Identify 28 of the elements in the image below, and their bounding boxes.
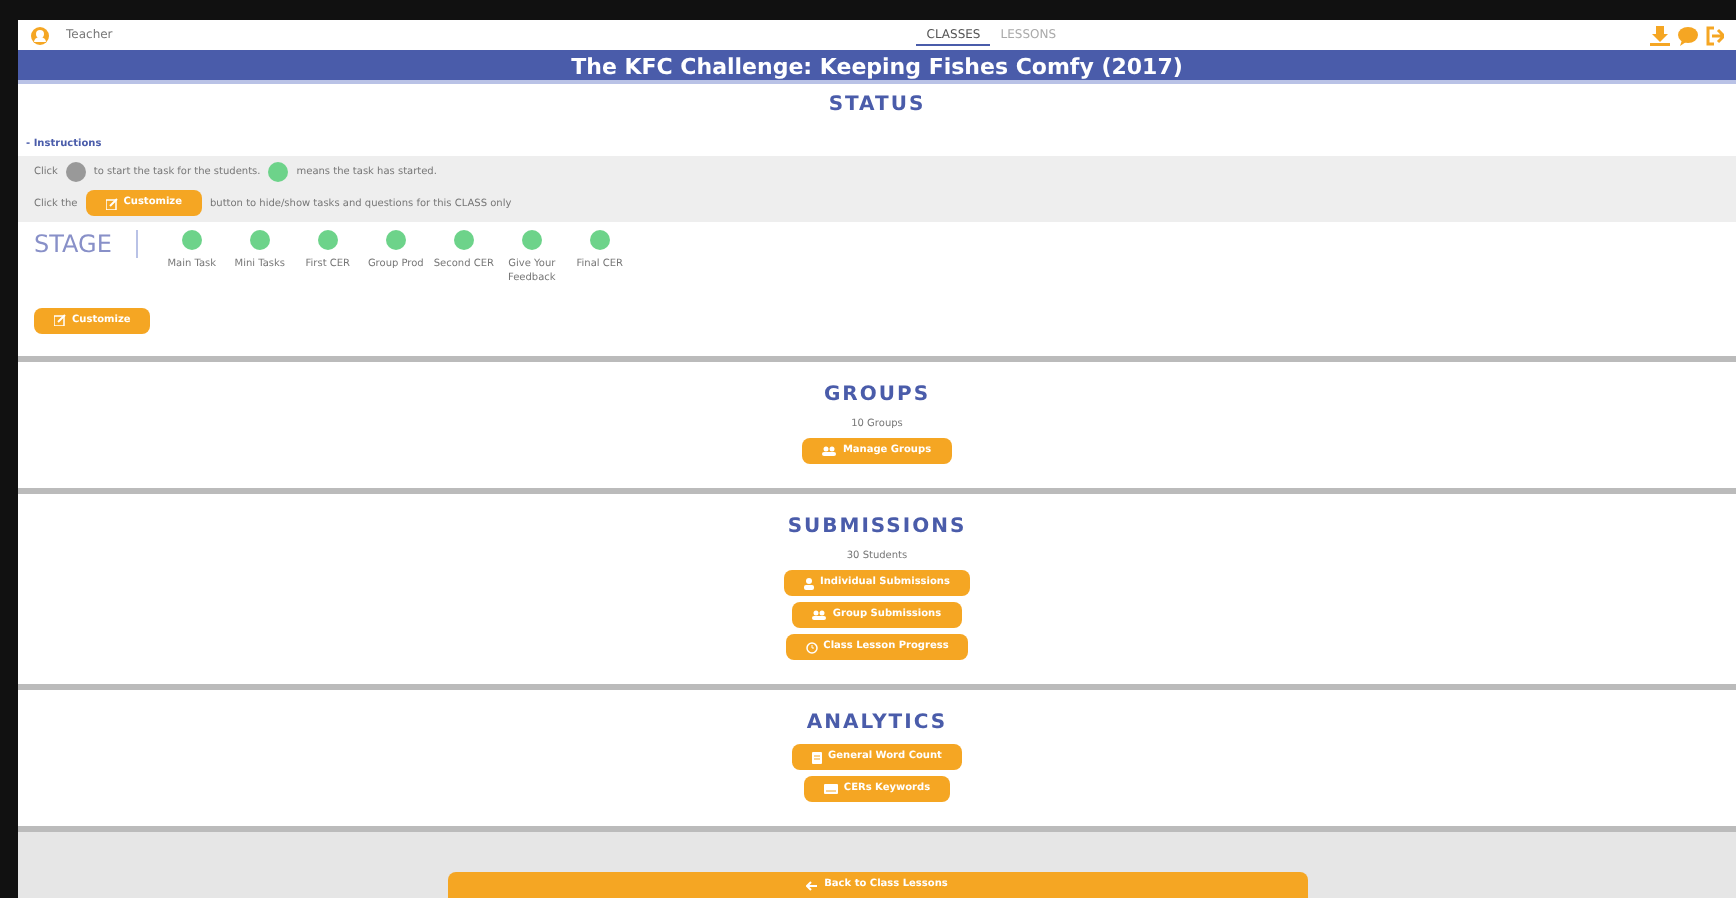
section-heading: SUBMISSIONS (787, 514, 967, 542)
stage-dot[interactable] (181, 230, 202, 250)
section-heading: ANALYTICS (806, 710, 948, 738)
edit-icon (54, 314, 66, 326)
stage-dot[interactable] (589, 230, 610, 250)
stage-dot[interactable] (521, 230, 542, 250)
keyboard-icon (823, 784, 838, 794)
person-icon (804, 577, 815, 589)
page-title: The KFC Challenge: Keeping Fishes Comfy (2017) (18, 50, 1736, 84)
group-icon (822, 446, 837, 456)
arrow-left-icon (806, 879, 819, 891)
document-icon (812, 751, 823, 763)
stage-dot[interactable] (249, 230, 270, 250)
stage-dot[interactable] (385, 230, 406, 250)
group-icon (812, 610, 827, 620)
stage-dot[interactable] (317, 230, 338, 250)
download-icon[interactable] (1650, 25, 1670, 45)
logout-icon[interactable] (1706, 25, 1724, 45)
chat-icon[interactable] (1678, 25, 1698, 45)
section-heading: GROUPS (823, 382, 931, 410)
not-started-dot-icon (65, 162, 86, 182)
section-heading: STATUS (826, 92, 928, 120)
stage-dot[interactable] (453, 230, 474, 250)
clock-icon (805, 641, 818, 653)
stage-label: STAGE (34, 230, 138, 258)
edit-icon (105, 197, 118, 209)
avatar-icon[interactable] (30, 25, 50, 45)
started-dot-icon (268, 162, 289, 182)
